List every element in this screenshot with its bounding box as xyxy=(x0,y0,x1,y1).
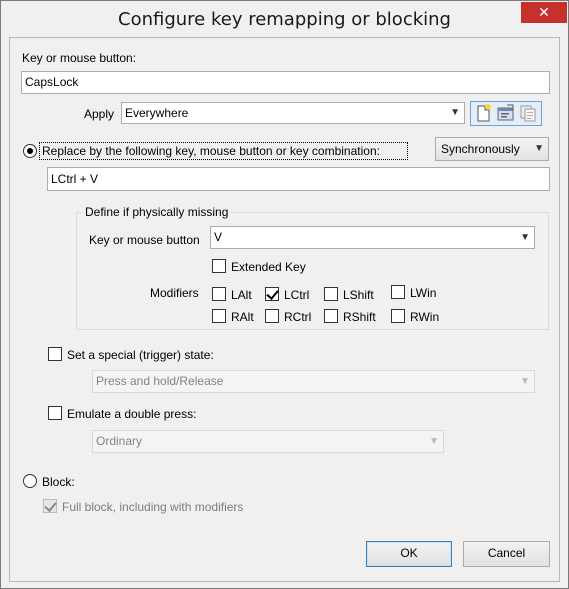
missing-key-dropdown[interactable]: V ▼ xyxy=(210,226,535,249)
trigger-state-label: Set a special (trigger) state: xyxy=(67,348,214,362)
chevron-down-icon: ▼ xyxy=(534,143,544,154)
double-press-dropdown[interactable]: Ordinary ▼ xyxy=(92,430,444,453)
cancel-button[interactable]: Cancel xyxy=(463,541,550,567)
missing-key-label: Key or mouse button xyxy=(89,233,200,247)
replacement-input[interactable]: LCtrl + V xyxy=(47,167,550,191)
trigger-state-dropdown[interactable]: Press and hold/Release ▼ xyxy=(92,370,535,393)
ok-button[interactable]: OK xyxy=(366,541,452,567)
chevron-down-icon: ▼ xyxy=(520,232,530,243)
chevron-down-icon: ▼ xyxy=(429,436,439,447)
apply-value: Everywhere xyxy=(125,106,189,120)
title-bar[interactable]: Configure key remapping or blocking ✕ xyxy=(1,1,568,37)
modifier-rshift-label: RShift xyxy=(343,310,376,324)
dialog-window: Configure key remapping or blocking ✕ Ke… xyxy=(0,0,569,589)
copy-icon[interactable] xyxy=(517,102,539,124)
modifier-lalt-checkbox[interactable] xyxy=(212,287,226,301)
trigger-state-checkbox[interactable] xyxy=(48,347,62,361)
source-key-input[interactable]: CapsLock xyxy=(21,71,550,94)
modifier-ralt-checkbox[interactable] xyxy=(212,309,226,323)
modifier-lshift-label: LShift xyxy=(343,288,374,302)
full-block-checkbox[interactable] xyxy=(43,499,57,513)
properties-icon[interactable] xyxy=(495,102,517,124)
modifier-lctrl-checkbox[interactable] xyxy=(265,287,279,301)
modifier-lctrl-label: LCtrl xyxy=(284,288,310,302)
define-missing-title: Define if physically missing xyxy=(82,205,232,219)
block-label: Block: xyxy=(42,475,75,489)
modifier-lwin-label: LWin xyxy=(410,286,437,300)
new-document-icon[interactable] xyxy=(472,102,494,124)
dialog-client-area: Key or mouse button: CapsLock Apply Ever… xyxy=(9,37,560,582)
missing-key-value: V xyxy=(214,230,223,244)
block-radio[interactable] xyxy=(23,474,37,488)
modifier-rctrl-checkbox[interactable] xyxy=(265,309,279,323)
double-press-label: Emulate a double press: xyxy=(67,407,197,421)
full-block-label: Full block, including with modifiers xyxy=(62,500,244,514)
modifier-lalt-label: LAlt xyxy=(231,288,252,302)
sync-mode-dropdown[interactable]: Synchronously ▼ xyxy=(435,137,549,161)
modifier-rshift-checkbox[interactable] xyxy=(324,309,338,323)
trigger-state-value: Press and hold/Release xyxy=(96,374,224,388)
modifier-rctrl-label: RCtrl xyxy=(284,310,312,324)
close-button[interactable]: ✕ xyxy=(521,2,567,23)
apply-label: Apply xyxy=(84,107,115,121)
apply-dropdown[interactable]: Everywhere ▼ xyxy=(121,102,465,124)
double-press-checkbox[interactable] xyxy=(48,406,62,420)
window-title: Configure key remapping or blocking xyxy=(118,9,451,30)
extended-key-label: Extended Key xyxy=(231,260,306,274)
replace-label[interactable]: Replace by the following key, mouse butt… xyxy=(42,144,380,158)
chevron-down-icon: ▼ xyxy=(450,107,460,118)
extended-key-checkbox[interactable] xyxy=(212,259,226,273)
modifiers-label: Modifiers xyxy=(150,286,199,300)
modifier-lwin-checkbox[interactable] xyxy=(391,285,405,299)
double-press-value: Ordinary xyxy=(96,434,143,448)
chevron-down-icon: ▼ xyxy=(520,376,530,387)
replace-radio[interactable] xyxy=(23,144,37,158)
modifier-rwin-label: RWin xyxy=(410,310,440,324)
modifier-rwin-checkbox[interactable] xyxy=(391,309,405,323)
sync-mode-value: Synchronously xyxy=(441,142,520,156)
modifier-ralt-label: RAlt xyxy=(231,310,254,324)
close-icon: ✕ xyxy=(538,4,550,20)
source-key-label: Key or mouse button: xyxy=(22,51,137,65)
modifier-lshift-checkbox[interactable] xyxy=(324,287,338,301)
